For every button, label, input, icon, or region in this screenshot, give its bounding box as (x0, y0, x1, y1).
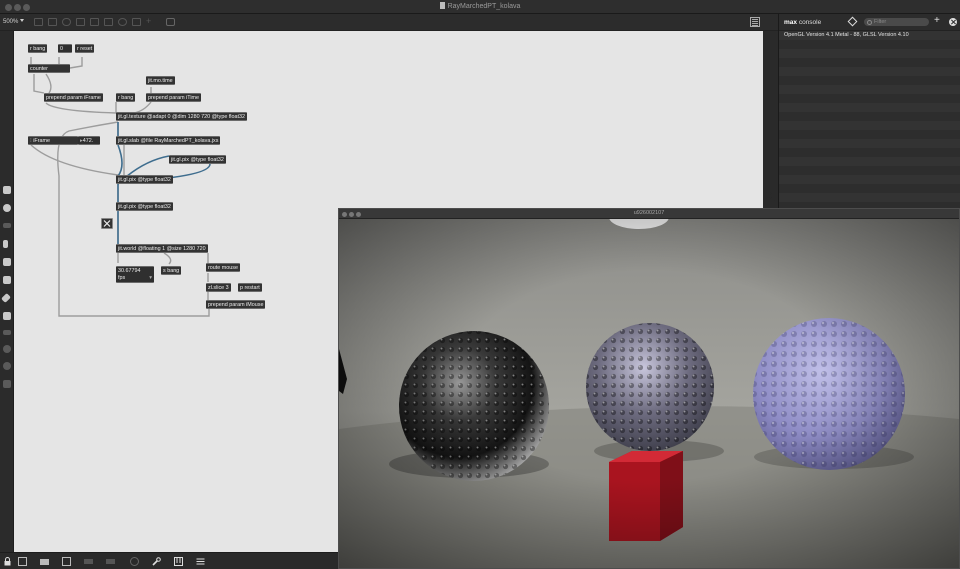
console-header: max console Filter + (779, 14, 960, 31)
prepend-itime-object[interactable]: prepend param iTime (146, 93, 202, 102)
new-view-icon[interactable] (62, 557, 71, 566)
left-sidebar (0, 31, 14, 552)
presentation-mode-icon[interactable] (18, 557, 27, 566)
r-reset-object[interactable]: r reset (75, 44, 95, 53)
message-box-icon[interactable] (48, 18, 57, 26)
p-restart-object[interactable]: p restart (238, 283, 262, 292)
new-object-icon[interactable] (34, 18, 43, 26)
keyboard-icon[interactable] (174, 557, 183, 566)
attachment-icon[interactable] (1, 293, 11, 303)
window-titlebar: RayMarchedPT_kolava (0, 0, 960, 14)
console-filter-input[interactable]: Filter (864, 18, 929, 26)
image-icon[interactable] (3, 276, 11, 284)
align-icon[interactable] (106, 559, 115, 564)
jit-gl-texture-object[interactable]: jit.gl.texture @adapt 0 @dim 1280 720 @t… (116, 112, 247, 121)
jit-gl-slab-object[interactable]: jit.gl.slab @file RayMarchedPT_kolava.jx… (116, 136, 221, 145)
console-options-icon[interactable] (847, 16, 858, 27)
zoom-menu[interactable]: 500% (3, 19, 25, 25)
jit-mo-time-object[interactable]: jit.mo.time (146, 76, 175, 85)
package-icon[interactable] (3, 345, 11, 353)
max-application: RayMarchedPT_kolava 500% + r bang 0 r re… (0, 0, 960, 569)
help-icon[interactable] (3, 362, 11, 370)
render-window-title: u926002107 (633, 210, 665, 216)
jit-world-object[interactable]: jit.world @floating 1 @size 1280 720 (116, 244, 208, 253)
r-bang-mid-object[interactable]: r bang (116, 93, 136, 102)
search-icon[interactable] (764, 191, 775, 202)
console-message[interactable]: OpenGL Version 4.1 Metal - 88, GLSL Vers… (784, 31, 909, 40)
jit-gl-pix-object[interactable]: jit.gl.pix @type float32 (169, 155, 226, 164)
fps-label: fps (118, 275, 126, 281)
iframe-number-value: 472. (82, 138, 94, 144)
patcher-bottom-bar (0, 552, 338, 569)
console-title: max console (784, 19, 821, 26)
route-mouse-object[interactable]: route mouse (206, 263, 240, 272)
button-object-icon[interactable] (76, 18, 85, 26)
console-title-brand: max (784, 19, 798, 26)
document-icon (439, 2, 445, 9)
lock-icon[interactable] (3, 557, 12, 566)
insert-plus-icon[interactable]: + (146, 17, 155, 26)
patcher-toolbar: 500% + (0, 14, 780, 31)
iframe-number-box[interactable]: ▸472. (78, 136, 100, 145)
fps-menu[interactable]: fps ▾ (118, 275, 152, 282)
console-clear-icon[interactable] (949, 18, 957, 26)
jit-gl-pix-object[interactable]: jit.gl.pix @type float32 (116, 175, 173, 184)
console-add-button[interactable]: + (934, 15, 940, 26)
paint-bucket-icon[interactable] (166, 18, 175, 26)
toggle-object[interactable] (101, 218, 113, 229)
debug-icon[interactable] (130, 557, 139, 566)
wrench-icon[interactable] (152, 557, 161, 566)
window-title-text: RayMarchedPT_kolava (447, 3, 521, 10)
comment-icon[interactable] (62, 18, 71, 26)
mixer-icon[interactable] (196, 557, 205, 566)
music-note-icon[interactable] (3, 240, 8, 248)
clipping-icon[interactable] (3, 330, 11, 335)
comment-box-icon[interactable] (40, 559, 49, 565)
snippet-icon[interactable] (3, 312, 11, 320)
chevron-down-icon (20, 19, 25, 22)
window-title: RayMarchedPT_kolava (0, 2, 960, 10)
zoom-level: 500% (3, 19, 19, 25)
number-object-icon[interactable] (104, 18, 113, 26)
console-title-text: console (797, 19, 822, 26)
render-window-titlebar: u926002107 (339, 209, 959, 219)
iframe-param-object[interactable]: ⁝ iFrame (28, 136, 78, 145)
chevron-down-icon: ▾ (149, 275, 152, 281)
slider-object-icon[interactable] (132, 18, 141, 26)
counter-object[interactable]: counter (28, 64, 70, 73)
target-icon[interactable] (3, 204, 11, 212)
cube-icon[interactable] (3, 186, 11, 194)
toggle-x-icon (103, 220, 111, 227)
zl-slice-object[interactable]: zl.slice 3 (206, 283, 231, 292)
s-bang-object[interactable]: s bang (161, 266, 182, 275)
number-box[interactable]: 0 (58, 44, 72, 53)
prepend-iframe-object[interactable]: prepend param iFrame (44, 93, 103, 102)
prepend-imouse-object[interactable]: prepend param iMouse (206, 300, 266, 309)
max-console: max console Filter + OpenGL Version 4.1 … (778, 14, 960, 210)
jit-gl-pix-object[interactable]: jit.gl.pix @type float32 (116, 202, 173, 211)
toggle-object-icon[interactable] (90, 18, 99, 26)
grid-icon[interactable] (84, 559, 93, 564)
fps-value: 30.67794 (118, 268, 141, 274)
fps-number-box[interactable]: 30.67794 fps ▾ (116, 266, 154, 283)
r-bang-object[interactable]: r bang (28, 44, 48, 53)
render-window: u926002107 (338, 208, 960, 569)
iframe-param-label: iFrame (33, 138, 50, 144)
presentation-icon[interactable] (3, 223, 11, 228)
dial-object-icon[interactable] (118, 18, 127, 26)
console-rows (779, 31, 960, 210)
rendered-scene[interactable] (339, 219, 959, 568)
step-sequence-icon[interactable] (3, 258, 11, 266)
filter-placeholder: Filter (874, 19, 887, 25)
sidebar-toggle-button[interactable] (750, 17, 760, 27)
star-icon[interactable] (3, 380, 11, 388)
